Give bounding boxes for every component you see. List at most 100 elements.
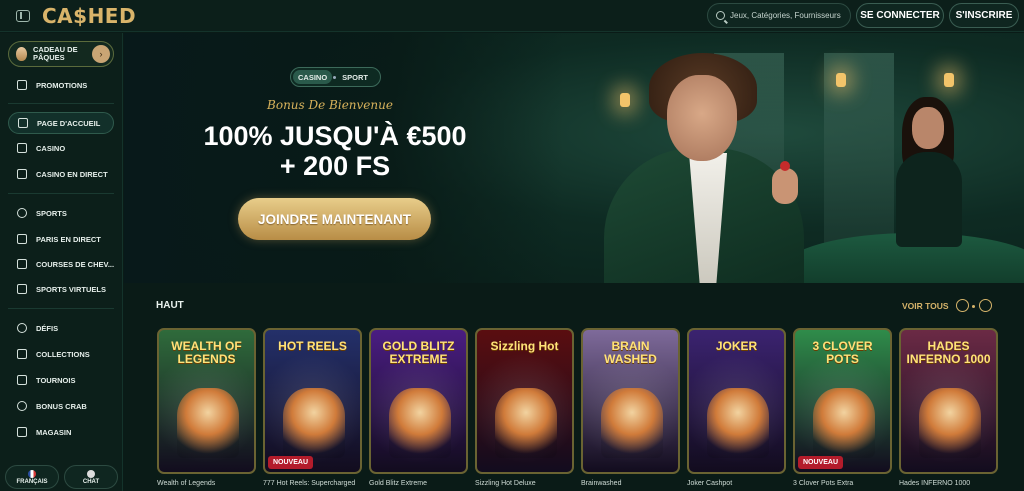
language-label: FRANÇAIS: [16, 478, 48, 485]
medal-icon: [17, 323, 27, 333]
arrow-right-icon[interactable]: [979, 299, 992, 312]
game-art-title: GOLD BLITZ EXTREME: [382, 339, 455, 366]
sidebar-item-label: BONUS CRAB: [36, 401, 87, 411]
tab-casino[interactable]: CASINO: [293, 70, 333, 84]
search-input[interactable]: Jeux, Catégories, Fournisseurs: [707, 3, 851, 28]
sidebar-item-label: DÉFIS: [36, 323, 59, 333]
chevron-right-icon: ›: [92, 45, 110, 63]
game-art-title: Sizzling Hot: [490, 339, 559, 353]
separator-dot: [333, 75, 337, 79]
game-title[interactable]: 777 Hot Reels: Supercharged: [263, 480, 355, 487]
game-art-figure: [707, 388, 769, 458]
sidebar-divider: [8, 103, 114, 104]
search-placeholder: Jeux, Catégories, Fournisseurs: [730, 11, 841, 20]
sidebar-item-bonus-crab[interactable]: BONUS CRAB: [8, 395, 114, 417]
game-art-figure: [495, 388, 557, 458]
egg-icon: [16, 47, 27, 61]
sidebar-divider: [8, 193, 114, 194]
sidebar: CADEAU DE PÂQUES › PROMOTIONS PAGE D'ACC…: [0, 33, 123, 491]
sidebar-item-label: COURSES DE CHEV...: [36, 259, 115, 269]
sidebar-item-label: PARIS EN DIRECT: [36, 234, 101, 244]
game-title[interactable]: Joker Cashpot: [687, 480, 732, 487]
casino-chip-icon: [780, 161, 790, 171]
game-title[interactable]: Sizzling Hot Deluxe: [475, 480, 536, 487]
man-figure-art: [604, 53, 804, 283]
sidebar-item-label: PAGE D'ACCUEIL: [37, 118, 101, 128]
sidebar-item-sports[interactable]: SPORTS: [8, 202, 114, 224]
sidebar-item-collections[interactable]: COLLECTIONS: [8, 343, 114, 365]
sidebar-item-shop[interactable]: MAGASIN: [8, 421, 114, 443]
new-badge: NOUVEAU: [268, 456, 314, 469]
site-logo[interactable]: CA$HED: [42, 4, 136, 28]
see-all-link[interactable]: VOIR TOUS: [902, 301, 949, 311]
chat-button[interactable]: CHAT: [64, 465, 118, 489]
sidebar-item-horse-racing[interactable]: COURSES DE CHEV...: [8, 253, 114, 275]
woman-face-art: [912, 107, 944, 149]
bonus-line-1: 100% JUSQU'À €500: [203, 121, 467, 151]
chat-icon: [87, 469, 95, 478]
sidebar-item-label: MAGASIN: [36, 427, 72, 437]
game-card[interactable]: Sizzling Hot: [475, 328, 574, 474]
home-icon: [18, 118, 28, 128]
sidebar-item-tournaments[interactable]: TOURNOIS: [8, 369, 114, 391]
section-title: HAUT: [156, 300, 184, 311]
game-art-title: WEALTH OF LEGENDS: [171, 339, 242, 366]
soccer-ball-icon: [17, 208, 27, 218]
signup-button[interactable]: S'INSCRIRE: [949, 3, 1019, 28]
crab-icon: [17, 401, 27, 411]
carousel-dot: [972, 305, 975, 308]
sidebar-item-label: SPORTS VIRTUELS: [36, 284, 107, 294]
game-card[interactable]: GOLD BLITZ EXTREME: [369, 328, 468, 474]
sidebar-item-virtual-sports[interactable]: SPORTS VIRTUELS: [8, 278, 114, 300]
bonus-subtitle: Bonus De Bienvenue: [267, 98, 393, 112]
game-card[interactable]: WEALTH OF LEGENDS: [157, 328, 256, 474]
game-art-title: BRAIN WASHED: [604, 339, 657, 366]
game-card[interactable]: 3 CLOVER POTS NOUVEAU: [793, 328, 892, 474]
man-hand-art: [772, 168, 798, 204]
sidebar-item-label: CASINO: [36, 143, 66, 153]
bonus-line-2: + 200 FS: [279, 151, 391, 181]
trophy-icon: [17, 375, 27, 385]
language-button[interactable]: FRANÇAIS: [5, 465, 59, 489]
game-title[interactable]: Gold Blitz Extreme: [369, 480, 427, 487]
game-title[interactable]: Wealth of Legends: [157, 480, 215, 487]
slot-machine-icon: [17, 143, 27, 153]
casino-sport-switch[interactable]: CASINO SPORT: [290, 67, 381, 87]
sidebar-toggle-icon[interactable]: [16, 9, 30, 22]
game-art-figure: [601, 388, 663, 458]
sidebar-item-home[interactable]: PAGE D'ACCUEIL: [8, 112, 114, 134]
sidebar-item-promotions[interactable]: PROMOTIONS: [8, 74, 114, 96]
bonus-headline: 100% JUSQU'À €500 + 200 FS: [180, 121, 490, 181]
sidebar-item-casino[interactable]: CASINO: [8, 137, 114, 159]
easter-gift-button[interactable]: CADEAU DE PÂQUES ›: [8, 41, 114, 67]
sidebar-item-label: TOURNOIS: [36, 375, 76, 385]
chat-label: CHAT: [82, 478, 100, 485]
gift-icon: [17, 80, 27, 90]
game-card[interactable]: HADES INFERNO 1000: [899, 328, 998, 474]
france-flag-icon: [28, 469, 36, 478]
tab-sport[interactable]: SPORT: [337, 70, 373, 84]
game-title[interactable]: Hades INFERNO 1000: [899, 480, 970, 487]
arrow-left-icon[interactable]: [956, 299, 969, 312]
search-icon: [716, 11, 725, 20]
sidebar-item-live-bets[interactable]: PARIS EN DIRECT: [8, 228, 114, 250]
sidebar-item-challenges[interactable]: DÉFIS: [8, 317, 114, 339]
game-card[interactable]: BRAIN WASHED: [581, 328, 680, 474]
man-face-art: [667, 75, 737, 161]
game-title[interactable]: 3 Clover Pots Extra: [793, 480, 853, 487]
game-title[interactable]: Brainwashed: [581, 480, 621, 487]
sidebar-item-label: SPORTS: [36, 208, 67, 218]
sidebar-item-label: COLLECTIONS: [36, 349, 90, 359]
game-card[interactable]: HOT REELS NOUVEAU: [263, 328, 362, 474]
game-art-title: 3 CLOVER POTS: [812, 339, 873, 366]
live-casino-icon: [17, 169, 27, 179]
live-bets-icon: [17, 234, 27, 244]
sidebar-item-live-casino[interactable]: CASINO EN DIRECT: [8, 163, 114, 185]
sidebar-item-label: CASINO EN DIRECT: [36, 169, 108, 179]
game-card[interactable]: JOKER: [687, 328, 786, 474]
login-button[interactable]: SE CONNECTER: [856, 3, 944, 28]
woman-dress-art: [896, 152, 962, 247]
top-header: CA$HED Jeux, Catégories, Fournisseurs SE…: [0, 0, 1024, 32]
join-now-button[interactable]: JOINDRE MAINTENANT: [238, 198, 431, 240]
shop-bag-icon: [17, 427, 27, 437]
